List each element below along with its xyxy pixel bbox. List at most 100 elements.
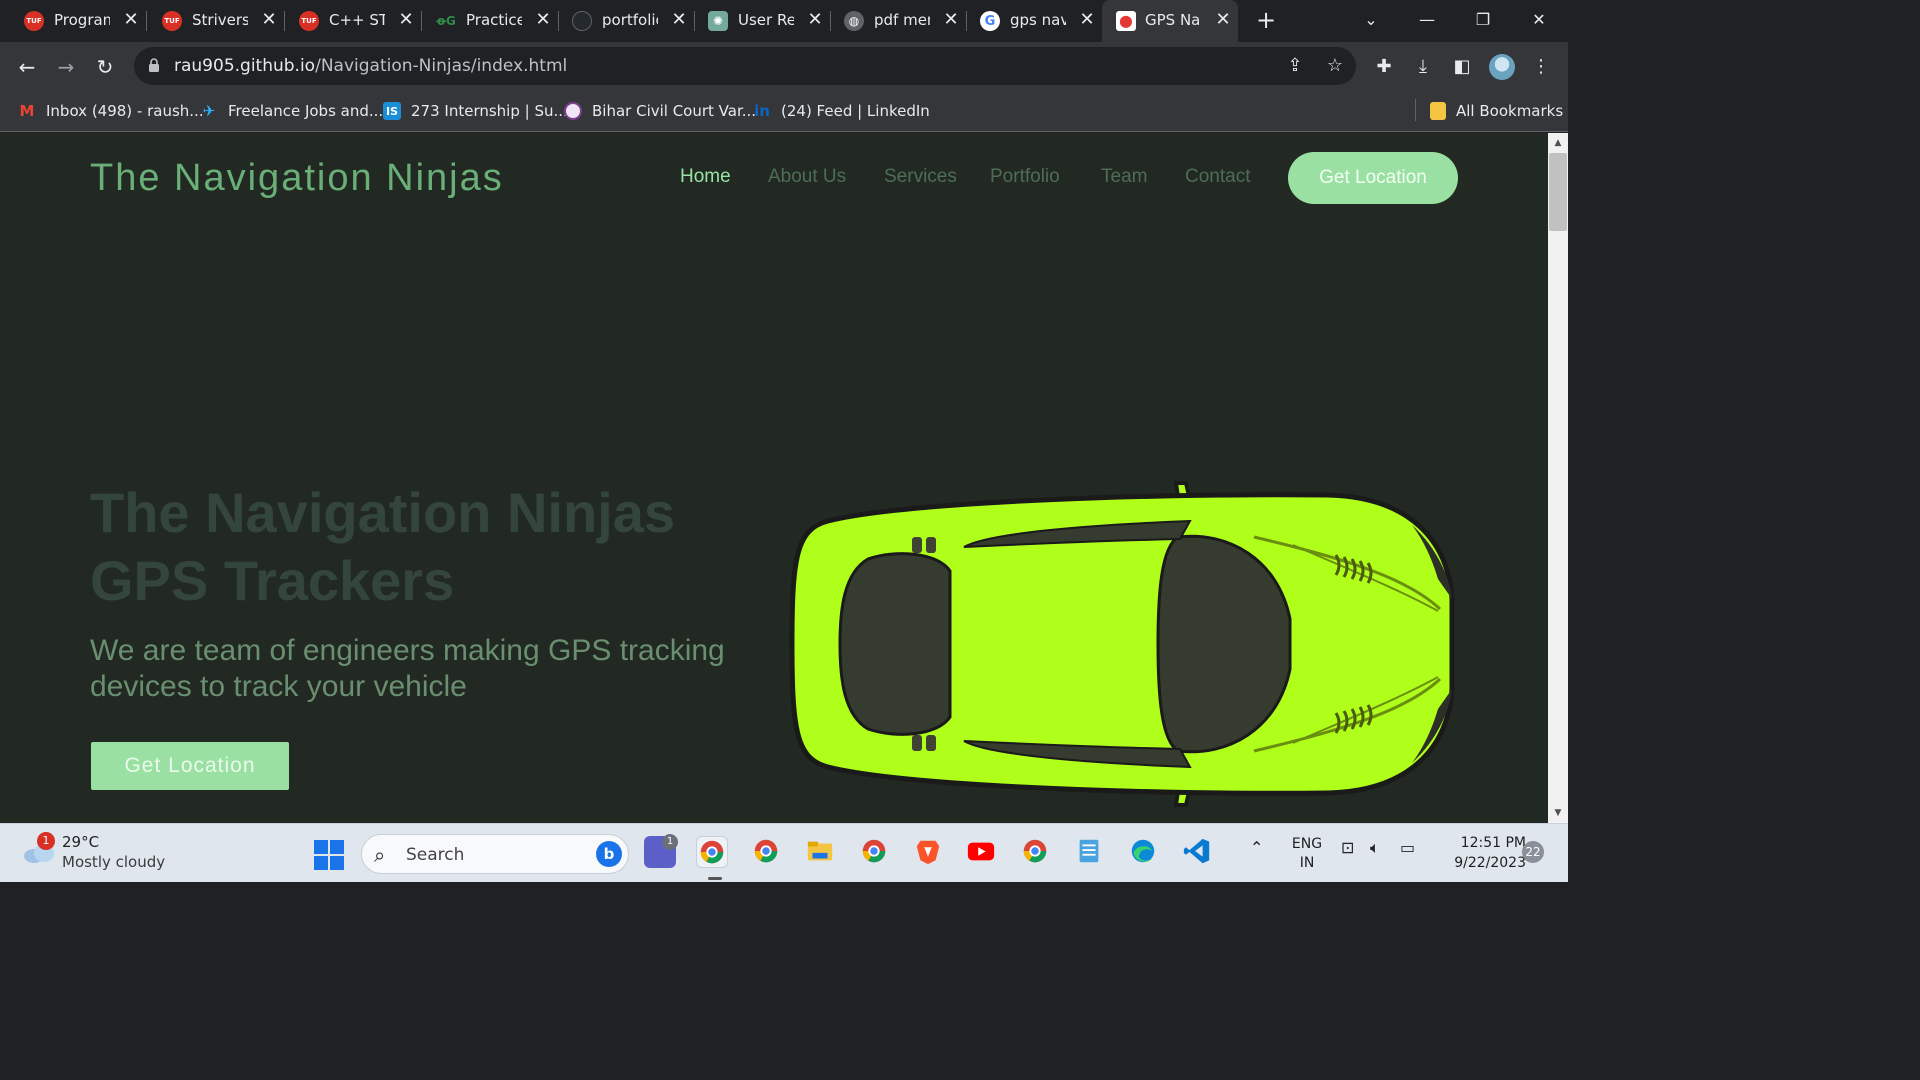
bookmark-label: Bihar Civil Court Var... [592, 102, 757, 120]
gmail-icon: M [19, 102, 35, 120]
search-icon: ⌕ [374, 843, 386, 867]
reload-button[interactable]: ↻ [91, 54, 119, 82]
chrome-logo [1023, 839, 1047, 863]
car-illustration [789, 481, 1455, 807]
all-bookmarks[interactable]: All Bookmarks [1430, 100, 1563, 122]
car-vent [926, 537, 936, 553]
youtube-icon[interactable] [966, 836, 998, 868]
car-vent [912, 537, 922, 553]
restore-button[interactable]: ❐ [1467, 6, 1499, 34]
nav-services[interactable]: Services [884, 166, 957, 188]
close-icon[interactable]: ✕ [1212, 9, 1234, 31]
lock-icon [149, 58, 159, 72]
chrome-icon[interactable] [696, 836, 728, 868]
tab-title: pdf merz [874, 11, 930, 29]
close-icon[interactable]: ✕ [1076, 9, 1098, 31]
volume-icon[interactable]: 🔈︎ [1370, 838, 1380, 858]
nav-portfolio[interactable]: Portfolio [990, 166, 1060, 188]
tab-search-icon[interactable]: ⌄ [1355, 6, 1387, 34]
system-clock[interactable]: 12:51 PM 9/22/2023 [1430, 833, 1526, 873]
bookmark-item[interactable]: in (24) Feed | LinkedIn [753, 100, 930, 122]
nav-contact[interactable]: Contact [1185, 166, 1250, 188]
car-vent [926, 735, 936, 751]
nav-team[interactable]: Team [1101, 166, 1147, 188]
bookmark-item[interactable]: Bihar Civil Court Var... [564, 100, 756, 122]
tab-title: portfolio [602, 11, 658, 29]
taskbar-search-box[interactable]: ⌕ Search b [361, 834, 629, 874]
profile-avatar[interactable] [1489, 54, 1515, 80]
get-location-hero-button[interactable]: Get Location [91, 742, 289, 790]
browser-tab[interactable]: TUF C++ STL ✕ [275, 3, 422, 39]
folder-icon [1430, 102, 1446, 120]
url-host: rau905.github.io [174, 56, 316, 76]
tab-title: User Req [738, 11, 794, 29]
tuf-icon: TUF [162, 11, 182, 31]
chrome-profile-icon[interactable] [859, 836, 891, 868]
extensions-icon[interactable]: ✚ [1371, 54, 1397, 80]
all-bookmarks-label: All Bookmarks [1456, 102, 1564, 120]
weather-temperature[interactable]: 29°C [62, 833, 99, 851]
browser-tab[interactable]: portfolio ✕ [548, 3, 695, 39]
browser-tab[interactable]: TUF Strivers A ✕ [138, 3, 285, 39]
bookmark-label: 273 Internship | Su... [411, 102, 568, 120]
scroll-down-arrow-icon[interactable]: ▼ [1548, 805, 1568, 821]
brave-icon[interactable] [913, 836, 945, 868]
minimize-button[interactable]: — [1411, 6, 1443, 34]
edge-icon[interactable] [1128, 836, 1160, 868]
browser-tab[interactable]: ✺ User Req ✕ [684, 3, 831, 39]
forward-button[interactable]: → [52, 54, 80, 82]
browser-tab[interactable]: ꝋG Practice ✕ [412, 3, 559, 39]
new-tab-button[interactable]: + [1252, 6, 1280, 34]
chatgpt-icon: ✺ [708, 11, 728, 31]
notepad-icon[interactable] [1074, 836, 1106, 868]
clock-date: 9/22/2023 [1454, 855, 1526, 871]
download-icon[interactable]: ⤓ [1410, 54, 1436, 80]
tuf-icon: TUF [299, 11, 319, 31]
bookmark-star-icon[interactable]: ☆ [1324, 55, 1346, 77]
nav-home[interactable]: Home [680, 166, 731, 188]
language-line: IN [1299, 855, 1315, 871]
language-indicator[interactable]: ENG IN [1290, 835, 1324, 873]
bookmarks-separator [1415, 99, 1416, 121]
weather-description[interactable]: Mostly cloudy [62, 853, 165, 871]
brave-logo [916, 840, 940, 865]
browser-tab[interactable]: ◍ pdf merz ✕ [820, 3, 967, 39]
page-scrollbar[interactable]: ▲ ▼ [1548, 133, 1568, 823]
tab-title: C++ STL [329, 11, 385, 29]
notification-badge[interactable]: 22 [1522, 841, 1544, 863]
battery-icon[interactable]: ▭ [1400, 838, 1415, 857]
tuf-icon: TUF [24, 11, 44, 31]
get-location-nav-button[interactable]: Get Location [1288, 152, 1458, 204]
windows-start-icon[interactable] [314, 840, 344, 870]
hero-title-line: The Navigation Ninjas [90, 481, 675, 544]
vscode-icon[interactable] [1182, 836, 1214, 868]
share-icon[interactable]: ⇪ [1284, 55, 1306, 77]
site-logo[interactable]: The Navigation Ninjas [90, 157, 504, 200]
bing-icon[interactable]: b [596, 841, 622, 867]
bookmark-item[interactable]: ✈ Freelance Jobs and... [200, 100, 383, 122]
network-icon[interactable]: ⊡ [1341, 838, 1354, 857]
scroll-thumb[interactable] [1549, 153, 1567, 231]
bookmark-item[interactable]: M Inbox (498) - raush... [18, 100, 204, 122]
scroll-up-arrow-icon[interactable]: ▲ [1548, 135, 1568, 151]
edge-logo [1131, 839, 1155, 863]
url-text[interactable]: rau905.github.io/Navigation-Ninjas/index… [174, 56, 567, 76]
close-window-button[interactable]: ✕ [1523, 6, 1555, 34]
internshala-icon: IS [383, 102, 401, 120]
chrome-profile-icon[interactable] [751, 836, 783, 868]
chevron-up-icon[interactable]: ⌃ [1250, 838, 1263, 857]
side-panel-icon[interactable]: ◧ [1449, 54, 1475, 80]
gfg-icon: ꝋG [436, 14, 456, 28]
chrome-logo [700, 840, 724, 864]
address-bar[interactable]: rau905.github.io/Navigation-Ninjas/index… [134, 47, 1356, 85]
nav-about-us[interactable]: About Us [768, 166, 846, 188]
browser-tab[interactable]: TUF Program ✕ [0, 3, 147, 39]
bookmark-item[interactable]: IS 273 Internship | Su... [383, 100, 568, 122]
chrome-profile-icon[interactable] [1020, 836, 1052, 868]
file-explorer-icon[interactable] [805, 836, 837, 868]
back-button[interactable]: ← [13, 54, 41, 82]
browser-tab-strip: TUF Program ✕ TUF Strivers A ✕ TUF C++ S… [0, 0, 1568, 42]
browser-tab-active[interactable]: ⬤ GPS Nav ✕ [1102, 0, 1238, 42]
browser-tab[interactable]: G gps navig ✕ [956, 3, 1102, 39]
menu-kebab-icon[interactable]: ⋮ [1528, 54, 1554, 80]
